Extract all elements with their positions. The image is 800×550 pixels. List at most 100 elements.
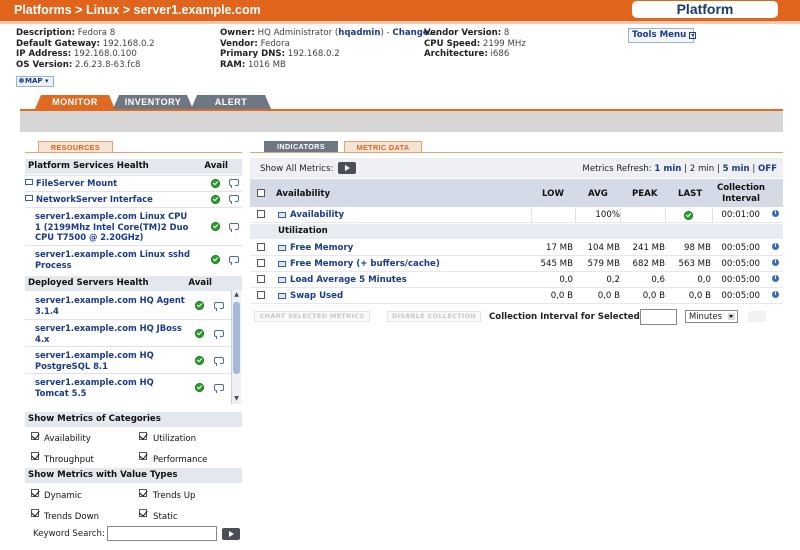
server-name[interactable]: server1.example.com HQ JBoss 4.x — [35, 323, 185, 344]
info-icon[interactable]: i — [772, 291, 779, 298]
metrics-refresh-label: Metrics Refresh: — [582, 164, 652, 174]
column-header-interval: Collection Interval — [716, 183, 766, 204]
comment-icon[interactable] — [229, 195, 239, 204]
service-row[interactable]: server1.example.com Linux sshd Process — [25, 245, 242, 273]
comment-icon[interactable] — [229, 256, 239, 265]
info-icon[interactable]: i — [772, 210, 779, 217]
tab-monitor[interactable]: MONITOR — [35, 95, 115, 109]
metric-name[interactable]: Free Memory (+ buffers/cache) — [290, 259, 440, 269]
metric-checkbox[interactable] — [257, 243, 265, 251]
chart-icon[interactable] — [278, 277, 286, 283]
metric-checkbox[interactable] — [257, 291, 265, 299]
chart-icon[interactable] — [278, 212, 286, 218]
comment-icon[interactable] — [214, 357, 224, 366]
tab-inventory[interactable]: INVENTORY — [113, 95, 193, 109]
comment-icon[interactable] — [214, 384, 224, 393]
refresh-1min-link[interactable]: 1 min — [654, 164, 681, 174]
server-row[interactable]: server1.example.com HQ Tomcat 5.5 — [25, 373, 242, 403]
disable-collection-button[interactable]: DISABLE COLLECTION — [387, 311, 481, 322]
checkbox-label: Availability — [44, 434, 91, 444]
metric-row[interactable]: Load Average 5 Minutes 0,0 0,2 0,6 0,0 0… — [250, 272, 783, 288]
refresh-off-link[interactable]: OFF — [758, 164, 777, 174]
keyword-search-go-button[interactable] — [222, 528, 240, 540]
properties-column-1: Description: Fedora 8 Default Gateway: 1… — [16, 28, 155, 70]
metric-last: 0,0 B — [688, 291, 711, 301]
chart-icon[interactable] — [278, 261, 286, 267]
throughput-checkbox[interactable] — [31, 452, 39, 460]
metric-name[interactable]: Free Memory — [290, 243, 353, 253]
scroll-thumb[interactable] — [233, 302, 240, 374]
static-checkbox[interactable] — [139, 509, 147, 517]
scroll-up-icon[interactable]: ▲ — [233, 291, 240, 299]
prop-label: Description: — [16, 28, 76, 38]
apply-interval-button[interactable] — [748, 311, 766, 322]
comment-icon[interactable] — [229, 223, 239, 232]
chart-icon[interactable] — [278, 293, 286, 299]
map-button[interactable]: MAP ▾ — [16, 76, 54, 87]
service-name[interactable]: server1.example.com Linux sshd Process — [35, 249, 195, 270]
utilization-checkbox[interactable] — [139, 432, 147, 440]
info-icon[interactable]: i — [772, 275, 779, 282]
metric-checkbox[interactable] — [257, 210, 265, 218]
service-label: FileServer Mount — [36, 178, 118, 188]
comment-icon[interactable] — [214, 330, 224, 339]
server-name[interactable]: server1.example.com HQ PostgreSQL 8.1 — [35, 350, 185, 371]
trends-down-checkbox[interactable] — [31, 509, 39, 517]
metric-name[interactable]: Swap Used — [290, 291, 343, 301]
metric-name[interactable]: Availability — [290, 210, 344, 220]
comment-icon[interactable] — [229, 179, 239, 188]
server-row[interactable]: server1.example.com HQ JBoss 4.x — [25, 319, 242, 346]
properties-column-2: Owner: HQ Administrator (hqadmin) - Chan… — [220, 28, 439, 70]
server-name[interactable]: server1.example.com HQ Tomcat 5.5 — [35, 377, 185, 398]
breadcrumb-linux[interactable]: Linux — [86, 3, 119, 17]
metric-name[interactable]: Load Average 5 Minutes — [290, 275, 407, 285]
select-all-checkbox[interactable] — [257, 189, 265, 197]
breadcrumb-platforms[interactable]: Platforms — [14, 3, 72, 17]
service-name[interactable]: FileServer Mount — [25, 178, 117, 189]
trends-up-checkbox[interactable] — [139, 489, 147, 497]
owner-link[interactable]: hqadmin — [338, 28, 380, 38]
service-row[interactable]: NetworkServer Interface — [25, 191, 242, 207]
metric-row[interactable]: Free Memory 17 MB 104 MB 241 MB 98 MB 00… — [250, 240, 783, 256]
server-row[interactable]: server1.example.com HQ PostgreSQL 8.1 — [25, 346, 242, 373]
scroll-down-icon[interactable]: ▼ — [233, 395, 240, 403]
servers-scrollbar[interactable]: ▲ ▼ — [231, 290, 241, 404]
service-row[interactable]: FileServer Mount — [25, 175, 242, 191]
show-all-metrics-label: Show All Metrics: — [260, 164, 334, 174]
column-divider — [575, 207, 576, 223]
collection-interval-input[interactable] — [640, 309, 677, 325]
deployed-servers-header: Deployed Servers Health Avail — [25, 276, 242, 291]
show-all-metrics-button[interactable] — [338, 162, 356, 174]
categories-header: Show Metrics of Categories — [25, 412, 242, 427]
info-icon[interactable]: i — [772, 243, 779, 250]
tools-menu-button[interactable]: Tools Menu ▾ — [628, 28, 697, 43]
available-icon — [211, 195, 220, 204]
breadcrumb: Platforms > Linux > server1.example.com — [14, 3, 261, 17]
chart-selected-metrics-button[interactable]: CHART SELECTED METRICS — [254, 311, 370, 322]
service-row[interactable]: server1.example.com Linux CPU 1 (2199Mhz… — [25, 207, 242, 245]
info-icon[interactable]: i — [772, 259, 779, 266]
chart-icon[interactable] — [278, 245, 286, 251]
service-name[interactable]: NetworkServer Interface — [25, 194, 153, 205]
tab-alert[interactable]: ALERT — [191, 95, 271, 109]
prop-value-suffix: ) - — [380, 28, 390, 38]
dynamic-checkbox[interactable] — [31, 489, 39, 497]
column-divider — [665, 207, 666, 223]
availability-checkbox[interactable] — [31, 432, 39, 440]
server-name[interactable]: server1.example.com HQ Agent 3.1.4 — [35, 295, 185, 316]
interval-unit-select[interactable]: Minutes — [685, 310, 738, 323]
keyword-search-input[interactable] — [107, 526, 217, 541]
metric-checkbox[interactable] — [257, 259, 265, 267]
metric-row-availability[interactable]: Availability 100% 00:01:00 i — [250, 207, 783, 223]
metric-checkbox[interactable] — [257, 275, 265, 283]
breadcrumb-separator: > — [122, 3, 131, 17]
comment-icon[interactable] — [214, 302, 224, 311]
service-name[interactable]: server1.example.com Linux CPU 1 (2199Mhz… — [35, 211, 195, 243]
available-icon — [211, 222, 220, 231]
metric-row[interactable]: Free Memory (+ buffers/cache) 545 MB 579… — [250, 256, 783, 272]
metric-last: 0,0 — [697, 275, 711, 285]
server-row[interactable]: server1.example.com HQ Agent 3.1.4 — [25, 292, 242, 319]
refresh-5min-link[interactable]: 5 min — [723, 164, 750, 174]
performance-checkbox[interactable] — [139, 452, 147, 460]
metric-row[interactable]: Swap Used 0,0 B 0,0 B 0,0 B 0,0 B 00:05:… — [250, 288, 783, 304]
